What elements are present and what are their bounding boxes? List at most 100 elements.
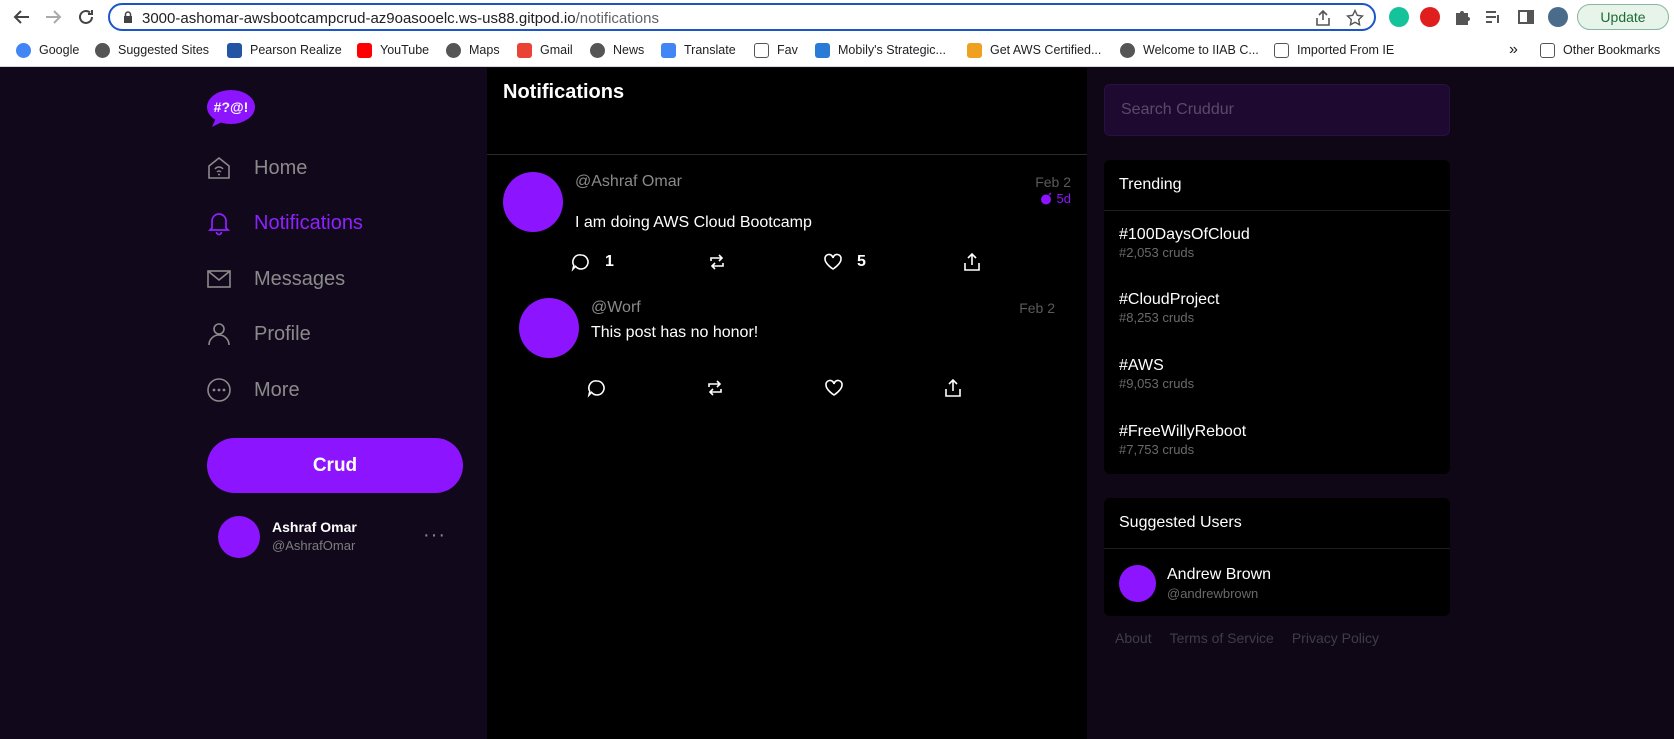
reply-button[interactable] (587, 378, 607, 398)
trend-item[interactable]: #FreeWillyReboot #7,753 cruds (1119, 423, 1246, 457)
star-icon[interactable] (1345, 8, 1365, 27)
sidebar-item-more[interactable]: More (206, 373, 300, 407)
share-button[interactable] (943, 378, 963, 398)
bookmark-label: Pearson Realize (250, 43, 342, 57)
sidebar-item-notifications[interactable]: Notifications (206, 206, 363, 240)
repost-button[interactable] (707, 252, 727, 272)
update-button[interactable]: Update (1577, 4, 1669, 30)
bookmark-fav[interactable]: Fav (754, 40, 798, 60)
like-button[interactable] (824, 378, 844, 398)
post-handle[interactable]: @Ashraf Omar (575, 173, 682, 191)
privacy-link[interactable]: Privacy Policy (1292, 630, 1379, 646)
like-button[interactable]: 5 (823, 252, 866, 272)
reload-icon (79, 9, 93, 24)
profile-more-button[interactable]: ··· (423, 524, 446, 547)
bookmark-label: Suggested Sites (118, 43, 210, 57)
bookmark-translate[interactable]: Translate (661, 40, 736, 60)
trend-item[interactable]: #AWS #9,053 cruds (1119, 357, 1194, 391)
bookmark-iiab[interactable]: Welcome to IIAB C... (1120, 40, 1259, 60)
side-panel-icon[interactable] (1516, 7, 1536, 27)
sidebar-item-label: Messages (254, 267, 346, 290)
activity-item-reply[interactable]: @Worf Feb 2 This post has no honor! (487, 286, 1087, 416)
sidebar-item-label: Notifications (254, 211, 363, 234)
bookmark-google[interactable]: Google (16, 40, 79, 60)
extension-red-icon[interactable] (1420, 7, 1440, 27)
bookmark-pearson[interactable]: Pearson Realize (227, 40, 342, 60)
user-icon (208, 323, 230, 346)
trend-item[interactable]: #100DaysOfCloud #2,053 cruds (1119, 226, 1250, 260)
bookmarks-overflow-button[interactable]: » (1509, 40, 1518, 60)
other-bookmarks[interactable]: Other Bookmarks (1540, 40, 1660, 60)
bookmark-maps[interactable]: Maps (446, 40, 500, 60)
puzzle-icon[interactable] (1452, 7, 1472, 27)
bell-icon (207, 213, 231, 236)
bookmark-suggested-sites[interactable]: Suggested Sites (95, 40, 209, 60)
profile-card[interactable]: Ashraf Omar @AshrafOmar ··· (218, 516, 458, 560)
reload-button[interactable] (74, 5, 98, 29)
translate-icon (661, 42, 676, 58)
bookmark-aws[interactable]: Get AWS Certified... (967, 40, 1101, 60)
bookmark-gmail[interactable]: Gmail (517, 40, 573, 60)
bookmark-label: Gmail (540, 43, 573, 57)
reply-button[interactable]: 1 (571, 252, 614, 272)
like-count: 5 (857, 253, 866, 270)
address-bar[interactable]: 3000-ashomar-awsbootcampcrud-az9oasooelc… (108, 3, 1376, 31)
share-icon[interactable] (1314, 9, 1332, 27)
globe-icon (95, 42, 110, 58)
trend-tag: #AWS (1119, 357, 1164, 374)
avatar (218, 516, 260, 558)
share-icon (945, 378, 961, 397)
suggested-user-handle: @andrewbrown (1167, 586, 1259, 601)
back-button[interactable] (10, 5, 34, 29)
search-box[interactable] (1104, 84, 1450, 136)
logo-text: #?@! (214, 99, 249, 115)
google-icon (16, 42, 31, 58)
crud-button[interactable]: Crud (207, 438, 463, 493)
reply-count: 1 (605, 253, 614, 270)
suggested-user-name[interactable]: Andrew Brown (1167, 566, 1271, 584)
bookmark-mobily[interactable]: Mobily's Strategic... (815, 40, 946, 60)
bookmark-label: Mobily's Strategic... (838, 43, 946, 57)
sidebar-item-home[interactable]: Home (206, 151, 307, 185)
folder-icon (1274, 42, 1289, 58)
profile-avatar-icon[interactable] (1548, 7, 1568, 27)
omnibox-icons (1314, 8, 1365, 27)
about-link[interactable]: About (1115, 630, 1152, 646)
trend-count: #8,253 cruds (1119, 310, 1195, 325)
trending-box: Trending #100DaysOfCloud #2,053 cruds #C… (1104, 160, 1450, 474)
url-text: 3000-ashomar-awsbootcampcrud-az9oasooelc… (142, 10, 659, 27)
post-date: Feb 2 (1019, 300, 1055, 316)
terms-link[interactable]: Terms of Service (1170, 630, 1274, 646)
avatar[interactable] (519, 298, 579, 358)
activity-item[interactable]: @Ashraf Omar Feb 2 5d I am doing AWS Clo… (487, 156, 1087, 286)
cruddur-logo[interactable]: #?@! (206, 88, 256, 128)
page-title: Notifications (503, 81, 625, 103)
profile-name: Ashraf Omar (272, 519, 357, 535)
bookmark-label: Other Bookmarks (1563, 43, 1661, 57)
trending-title: Trending (1104, 160, 1450, 211)
arrow-right-icon (46, 10, 62, 24)
search-input[interactable] (1105, 85, 1449, 135)
sidebar-item-label: More (254, 378, 300, 401)
gmail-icon (517, 42, 532, 58)
more-circle-icon (207, 378, 231, 402)
share-button[interactable] (962, 252, 982, 272)
reading-list-icon[interactable] (1483, 7, 1503, 27)
bookmark-label: Google (39, 43, 80, 57)
bookmark-youtube[interactable]: YouTube (357, 40, 429, 60)
repost-button[interactable] (705, 378, 725, 398)
arrow-left-icon (13, 10, 29, 24)
reply-icon (571, 254, 589, 272)
bookmark-news[interactable]: News (590, 40, 644, 60)
sidebar-item-messages[interactable]: Messages (206, 262, 345, 296)
suggested-users-box: Suggested Users Andrew Brown @andrewbrow… (1104, 498, 1450, 616)
bookmark-imported-ie[interactable]: Imported From IE (1274, 40, 1394, 60)
post-handle[interactable]: @Worf (591, 299, 641, 317)
avatar[interactable] (503, 172, 563, 232)
forward-button[interactable] (41, 5, 65, 29)
grammarly-icon[interactable] (1389, 7, 1409, 27)
reply-icon (587, 380, 605, 398)
sidebar-item-profile[interactable]: Profile (206, 317, 311, 351)
trend-item[interactable]: #CloudProject #8,253 cruds (1119, 291, 1220, 325)
avatar[interactable] (1119, 565, 1156, 602)
